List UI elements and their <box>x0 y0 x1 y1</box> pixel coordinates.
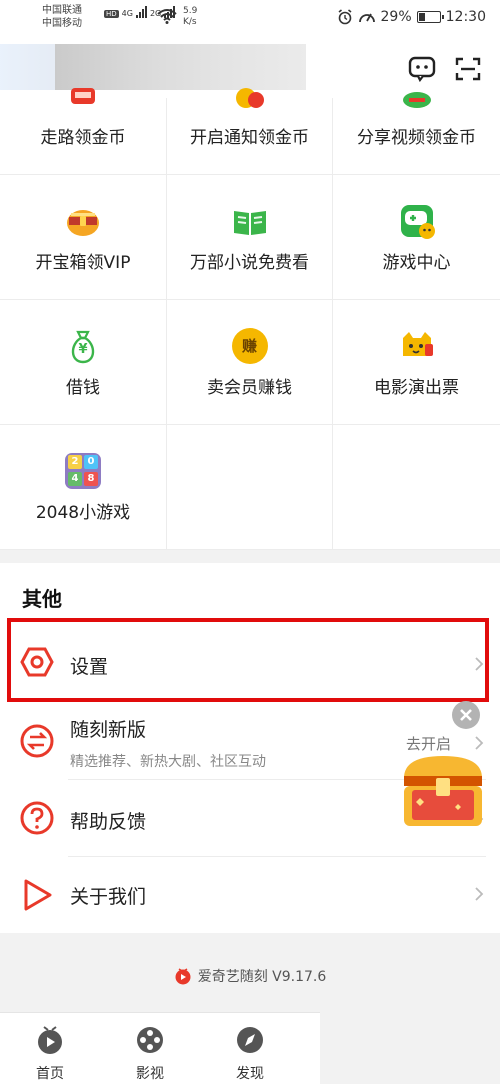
suike-subtitle: 精选推荐、新热大剧、社区互动 <box>70 754 266 770</box>
about-row[interactable]: 关于我们 <box>0 857 500 933</box>
earn-glyph: 赚 <box>241 337 257 355</box>
task-grid: 走路领金币 开启通知领金币 分享视频领金币 开宝箱领VIP 万部小说免费看 游戏… <box>0 88 500 550</box>
compass-icon <box>237 1027 263 1053</box>
tab-label: 影视 <box>136 1066 164 1082</box>
share-coin-icon <box>402 92 431 108</box>
grid-item-label: 电影演出票 <box>374 378 459 398</box>
treasure-chest-icon <box>67 210 99 236</box>
tab-home[interactable]: 首页 <box>10 1013 90 1084</box>
grid-item-label: 开启通知领金币 <box>190 128 309 148</box>
grid-item-treasure-vip[interactable]: 开宝箱领VIP <box>0 175 167 300</box>
help-question-icon <box>20 801 54 835</box>
grid-item-borrow[interactable]: ¥ 借钱 <box>0 300 167 425</box>
book-icon <box>233 211 266 235</box>
walk-coin-icon <box>71 88 95 104</box>
battery-percent: 29% <box>380 9 412 25</box>
message-icon[interactable] <box>408 56 436 82</box>
grid-item-notify-coin[interactable]: 开启通知领金币 <box>167 88 333 175</box>
status-bar: 中国联通 中国移动 HD 4G 2G 5.9 K/s 29% 12:30 <box>0 0 500 40</box>
grid-item-novel[interactable]: 万部小说免费看 <box>167 175 333 300</box>
switch-arrows-icon <box>20 724 54 758</box>
tab-label: 首页 <box>36 1066 64 1082</box>
settings-highlight-box <box>7 618 489 702</box>
close-icon[interactable] <box>452 701 480 729</box>
grid-item-movie-ticket[interactable]: 电影演出票 <box>333 300 500 425</box>
about-label: 关于我们 <box>70 886 147 908</box>
signal-1-icon <box>135 6 147 18</box>
grid-item-walk-coin[interactable]: 走路领金币 <box>0 88 167 175</box>
grid-item-label: 借钱 <box>66 378 100 398</box>
suike-logo-icon <box>175 968 191 985</box>
suike-label: 随刻新版 <box>70 719 147 741</box>
tab-film[interactable]: 影视 <box>110 1013 190 1084</box>
clock: 12:30 <box>445 9 486 25</box>
chevron-right-icon <box>475 887 484 901</box>
money-glyph: ¥ <box>78 342 88 357</box>
tab-label: 发现 <box>236 1066 264 1082</box>
tab-discover[interactable]: 发现 <box>210 1013 290 1084</box>
carrier-info: 中国联通 中国移动 <box>42 4 82 30</box>
grid-item-share-coin[interactable]: 分享视频领金币 <box>333 92 500 175</box>
earn-coin-icon: 赚 <box>231 328 268 364</box>
alarm-icon <box>338 9 352 25</box>
grid-item-label: 卖会员赚钱 <box>207 378 292 398</box>
grid-item-label: 2048小游戏 <box>35 503 131 523</box>
carrier-1: 中国联通 <box>42 5 82 16</box>
grid-item-label: 开宝箱领VIP <box>35 253 131 273</box>
grid-item-sell-vip[interactable]: 赚 卖会员赚钱 <box>167 300 333 425</box>
grid-item-game-center[interactable]: 游戏中心 <box>333 175 500 300</box>
film-reel-icon <box>137 1027 163 1053</box>
wifi-icon <box>157 9 177 24</box>
net-speed: 5.9 K/s <box>183 6 198 27</box>
hd-badge: HD <box>104 10 119 18</box>
treasure-chest-icon[interactable] <box>398 748 488 830</box>
ticket-cat-icon <box>402 332 433 356</box>
play-triangle-icon <box>24 879 52 911</box>
money-bag-icon: ¥ <box>68 330 98 364</box>
grid-item-label: 分享视频领金币 <box>357 128 476 148</box>
bottom-tab-bar: 首页 影视 发现 <box>0 1012 320 1084</box>
section-title: 其他 <box>22 587 62 611</box>
status-right: 29% 12:30 <box>337 9 486 25</box>
version-info: 爱奇艺随刻 V9.17.6 <box>0 966 500 986</box>
grid-item-2048[interactable]: 2 0 4 8 2048小游戏 <box>0 425 167 550</box>
game-2048-icon: 2 0 4 8 <box>65 453 101 489</box>
carrier-2: 中国移动 <box>42 18 82 29</box>
grid-empty-cell <box>333 425 500 550</box>
scan-icon[interactable] <box>454 56 482 82</box>
notify-coin-icon <box>235 88 264 108</box>
gamepad-icon <box>400 205 435 239</box>
help-label: 帮助反馈 <box>70 811 147 833</box>
home-icon <box>38 1026 62 1054</box>
performance-icon <box>358 13 375 23</box>
grid-item-label: 游戏中心 <box>382 253 451 273</box>
grid-item-label: 走路领金币 <box>40 128 126 148</box>
grid-item-label: 万部小说免费看 <box>190 253 309 273</box>
grid-empty-cell <box>167 425 333 550</box>
battery-icon <box>416 11 444 23</box>
version-text: 爱奇艺随刻 V9.17.6 <box>197 969 327 985</box>
net-4g: 4G <box>121 9 133 18</box>
